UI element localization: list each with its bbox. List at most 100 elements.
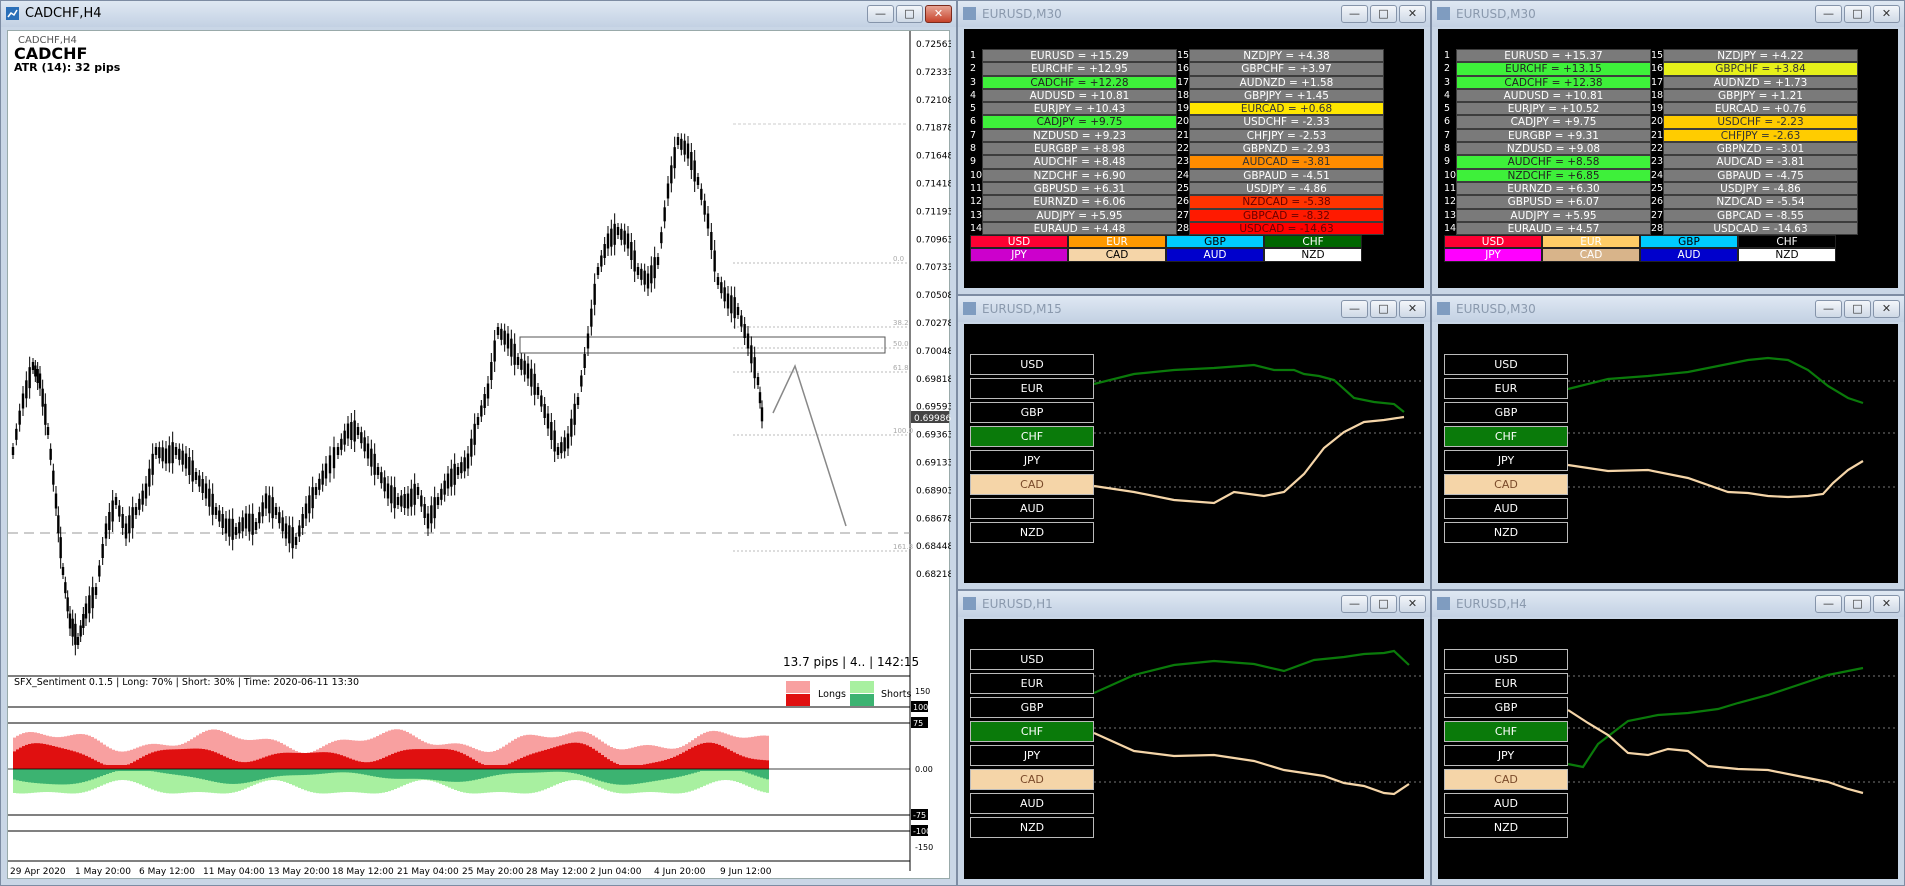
minimize-button[interactable]: — — [867, 5, 894, 23]
candle-body — [304, 503, 308, 519]
window-titlebar[interactable]: EURUSD,M30 — □ ✕ — [958, 1, 1430, 27]
window-title: EURUSD,H1 — [982, 597, 1053, 611]
rank-number: 28 — [1177, 222, 1190, 234]
rank-number: 27 — [1651, 209, 1664, 221]
window-titlebar[interactable]: EURUSD,M30 — □ ✕ — [1432, 296, 1904, 322]
close-button[interactable]: ✕ — [1399, 595, 1426, 613]
maximize-button[interactable]: □ — [896, 5, 923, 23]
window-titlebar[interactable]: EURUSD,M15 — □ ✕ — [958, 296, 1430, 322]
maximize-button[interactable]: □ — [1844, 5, 1871, 23]
rank-number: 27 — [1177, 209, 1190, 221]
strength-line-area[interactable]: USD EUR GBP CHF JPY CAD AUD NZD — [1438, 619, 1898, 879]
candle-body — [11, 447, 15, 455]
maximize-button[interactable]: □ — [1370, 595, 1397, 613]
cadchf-chart-window[interactable]: CADCHF,H4 — □ ✕ 0.72563 0.72333 0.72108 0.7… — [0, 0, 957, 886]
candle-body — [510, 338, 513, 357]
minimize-button[interactable]: — — [1341, 5, 1368, 23]
candle-body — [52, 470, 55, 485]
candle-body — [710, 232, 713, 250]
strength-table-window-1[interactable]: EURUSD,M30 — □ ✕ 1 EURUSD = +15.29 15 NZDJPY … — [957, 0, 1431, 295]
candle-body — [433, 497, 436, 519]
candle-body — [181, 450, 184, 465]
window-title: EURUSD,M30 — [1456, 302, 1536, 316]
price-chart-area[interactable]: 0.72563 0.72333 0.72108 0.71878 0.71648 0.714… — [7, 30, 951, 882]
candle-body — [460, 462, 463, 474]
candle-body — [46, 427, 50, 435]
candle-body — [94, 587, 98, 595]
candle-body — [760, 407, 764, 422]
table-row: 7 NZDUSD = +9.23 21 CHFJPY = -2.53 — [970, 128, 1384, 143]
pair-strength-cell: EURCHF = +13.15 — [1456, 62, 1651, 76]
candle-body — [523, 360, 526, 375]
candle-body — [128, 515, 131, 534]
strength-line-area[interactable]: USD EUR GBP CHF JPY CAD AUD NZD — [964, 324, 1424, 583]
window-title: CADCHF,H4 — [25, 6, 102, 21]
candle-body — [726, 293, 730, 309]
close-button[interactable]: ✕ — [925, 5, 952, 23]
pair-strength-cell: EURJPY = +10.43 — [982, 102, 1177, 116]
candle-body — [198, 475, 201, 487]
strength-line-window-m30[interactable]: EURUSD,M30 — □ ✕ USD EUR GBP CHF JPY CAD AUD NZD — [1431, 295, 1905, 590]
close-button[interactable]: ✕ — [1873, 5, 1900, 23]
window-titlebar[interactable]: EURUSD,M30 — □ ✕ — [1432, 1, 1904, 27]
minimize-button[interactable]: — — [1815, 5, 1842, 23]
table-row: 8 EURGBP = +8.98 22 GBPNZD = -2.93 — [970, 142, 1384, 156]
window-titlebar[interactable]: EURUSD,H4 — □ ✕ — [1432, 591, 1904, 617]
window-titlebar[interactable]: CADCHF,H4 — □ ✕ — [1, 1, 956, 27]
candle-body — [746, 333, 750, 349]
strength-line-window-h4[interactable]: EURUSD,H4 — □ ✕ USD EUR GBP CHF JPY CAD AUD NZD — [1431, 590, 1905, 886]
pair-strength-cell: CADJPY = +9.75 — [982, 115, 1177, 129]
maximize-button[interactable]: □ — [1370, 300, 1397, 318]
strength-line-area[interactable]: USD EUR GBP CHF JPY CAD AUD NZD — [964, 619, 1424, 879]
strength-lines-svg — [1093, 649, 1424, 796]
strength-line-window-m15[interactable]: EURUSD,M15 — □ ✕ USD EUR GBP CHF JPY CAD AUD NZD — [957, 295, 1431, 590]
strength-line-area[interactable]: USD EUR GBP CHF JPY CAD AUD NZD — [1438, 324, 1898, 583]
candle-body — [324, 463, 328, 479]
candle-body — [733, 297, 736, 319]
rank-number: 12 — [970, 196, 983, 208]
candle-body — [630, 242, 633, 260]
maximize-button[interactable]: □ — [1844, 300, 1871, 318]
price-chart-svg[interactable]: 0.72563 0.72333 0.72108 0.71878 0.71648 0.714… — [8, 31, 951, 882]
date-tick-label: 13 May 20:00 — [268, 867, 330, 877]
rank-number: 3 — [1444, 76, 1451, 88]
sentiment-axis-label: 150 — [915, 687, 930, 696]
pair-strength-cell: EURUSD = +15.29 — [982, 49, 1177, 63]
maximize-button[interactable]: □ — [1844, 595, 1871, 613]
pair-strength-cell: EURAUD = +4.48 — [982, 221, 1177, 236]
minimize-button[interactable]: — — [1815, 300, 1842, 318]
close-button[interactable]: ✕ — [1399, 5, 1426, 23]
rank-number: 17 — [1177, 76, 1190, 88]
rank-number: 4 — [1444, 89, 1451, 101]
candle-body — [141, 490, 144, 505]
strength-table-window-2[interactable]: EURUSD,M30 — □ ✕ 1 EURUSD = +15.37 15 NZDJPY … — [1431, 0, 1905, 295]
minimize-button[interactable]: — — [1341, 300, 1368, 318]
strength-line-window-h1[interactable]: EURUSD,H1 — □ ✕ USD EUR GBP CHF JPY CAD AUD NZD — [957, 590, 1431, 886]
close-button[interactable]: ✕ — [1873, 595, 1900, 613]
pair-strength-cell: AUDUSD = +10.81 — [1456, 88, 1651, 103]
candle-body — [516, 357, 520, 365]
pair-strength-cell: AUDNZD = +1.58 — [1189, 75, 1384, 89]
close-button[interactable]: ✕ — [1399, 300, 1426, 318]
candle-body — [178, 448, 181, 460]
rank-number: 9 — [1444, 156, 1451, 168]
candle-body — [284, 523, 288, 539]
candle-body — [281, 517, 284, 532]
sentiment-axis-label: 75 — [913, 719, 923, 728]
currency-swatch-usd: USD — [970, 235, 1068, 249]
candle-body — [131, 507, 134, 529]
candle-body — [168, 445, 171, 464]
currency-swatch-jpy: JPY — [1444, 248, 1542, 262]
maximize-button[interactable]: □ — [1370, 5, 1397, 23]
candle-body — [616, 227, 620, 235]
window-titlebar[interactable]: EURUSD,H1 — □ ✕ — [958, 591, 1430, 617]
date-tick-label: 25 May 20:00 — [462, 867, 524, 877]
minimize-button[interactable]: — — [1815, 595, 1842, 613]
minimize-button[interactable]: — — [1341, 595, 1368, 613]
candle-body — [208, 488, 211, 507]
pair-strength-cell: NZDJPY = +4.38 — [1189, 49, 1384, 63]
table-row: 10 NZDCHF = +6.90 24 GBPAUD = -4.51 — [970, 168, 1384, 182]
candle-body — [486, 383, 490, 399]
close-button[interactable]: ✕ — [1873, 300, 1900, 318]
pair-strength-cell: AUDCAD = -3.81 — [1663, 155, 1858, 169]
